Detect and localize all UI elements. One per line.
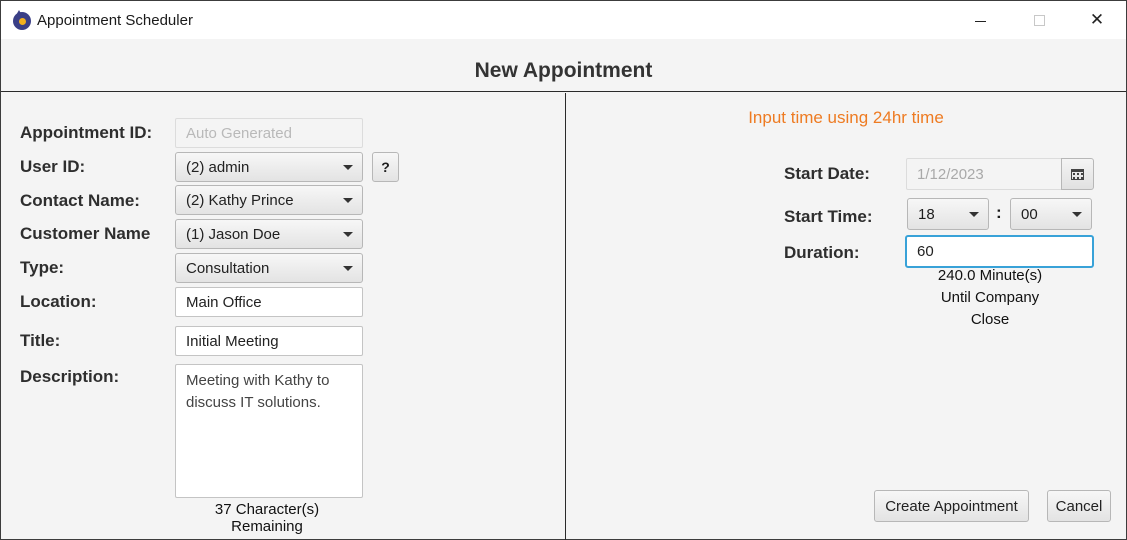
minutes-until-close-line2: Until Company [940,289,1040,306]
time-format-hint: Input time using 24hr time [748,108,944,127]
minutes-until-close: 240.0 Minute(s) Until Company Close [907,265,1073,331]
start-date-field: 1/12/2023 [906,158,1062,190]
page-title: New Appointment [474,59,653,82]
description-textarea[interactable]: Meeting with Kathy to discuss IT solutio… [175,364,363,498]
time-separator: : [996,203,1002,222]
start-minute-value: 00 [1021,206,1038,223]
contact-name-value: (2) Kathy Prince [186,192,294,209]
user-id-select[interactable]: (2) admin [175,152,363,182]
title-input[interactable]: Initial Meeting [175,326,363,356]
customer-name-value: (1) Jason Doe [186,226,281,243]
start-date-label: Start Date: [784,164,870,183]
form-heading-bar: New Appointment [1,39,1126,92]
chevron-down-icon [343,232,353,237]
customer-name-select[interactable]: (1) Jason Doe [175,219,363,249]
appointment-id-label: Appointment ID: [20,123,153,142]
chevron-down-icon [343,165,353,170]
duration-input[interactable]: 60 [905,235,1094,268]
start-hour-select[interactable]: 18 [907,198,989,230]
contact-name-label: Contact Name: [20,191,140,210]
start-hour-value: 18 [918,206,935,223]
create-appointment-button[interactable]: Create Appointment [874,490,1029,522]
user-id-value: (2) admin [186,159,250,176]
duration-label: Duration: [784,243,860,262]
chevron-down-icon [343,198,353,203]
start-minute-select[interactable]: 00 [1010,198,1092,230]
minimize-icon [974,20,986,22]
minutes-until-close-line1: 240.0 Minute(s) [937,267,1043,284]
user-id-help-button[interactable]: ? [372,152,399,182]
type-select[interactable]: Consultation [175,253,363,283]
location-input[interactable]: Main Office [175,287,363,317]
close-button[interactable]: ✕ [1068,1,1126,39]
description-label: Description: [20,367,120,386]
contact-name-select[interactable]: (2) Kathy Prince [175,185,363,215]
window-title: Appointment Scheduler [37,12,193,29]
chevron-down-icon [343,266,353,271]
maximize-button[interactable] [1010,1,1068,39]
appointment-scheduler-logo-icon [13,10,31,30]
characters-remaining: 37 Character(s) Remaining [214,501,320,535]
user-id-label: User ID: [20,157,86,176]
start-time-label: Start Time: [784,207,873,226]
customer-name-label: Customer Name [20,224,151,243]
minutes-until-close-line3: Close [970,311,1010,328]
date-picker-button[interactable] [1061,158,1094,190]
maximize-icon [1033,14,1045,26]
cancel-button[interactable]: Cancel [1047,490,1111,522]
appointment-id-field: Auto Generated [175,118,363,148]
type-label: Type: [20,258,65,277]
chevron-down-icon [1072,212,1082,217]
appointment-window: Appointment Scheduler ✕ New Appointment … [0,0,1127,540]
chevron-down-icon [969,212,979,217]
location-label: Location: [20,292,97,311]
calendar-icon [1071,168,1084,180]
type-value: Consultation [186,260,270,277]
panel-divider [565,93,566,540]
minimize-button[interactable] [951,1,1009,39]
title-bar: Appointment Scheduler ✕ [1,1,1126,39]
title-label: Title: [20,331,61,350]
close-icon: ✕ [1089,10,1105,29]
